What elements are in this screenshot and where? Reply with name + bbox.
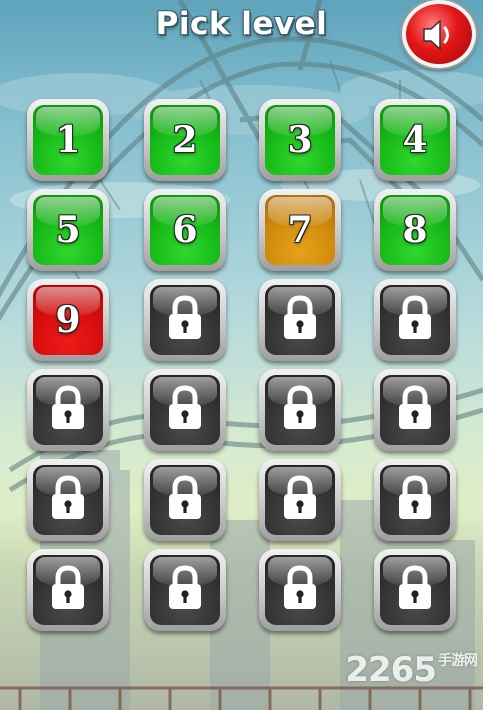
level-face: 5 [33,195,103,265]
level-number: 6 [172,209,198,251]
speaker-icon [423,19,449,51]
level-grid: 1 2 3 4 5 6 7 8 9 [0,0,483,710]
level-button-9[interactable]: 9 [27,279,109,361]
level-button-locked[interactable] [374,459,456,541]
level-button-6[interactable]: 6 [144,189,226,271]
lock-icon [166,385,204,431]
lock-icon [166,565,204,611]
level-button-locked[interactable] [144,549,226,631]
level-face: 1 [33,105,103,175]
level-number: 4 [402,119,428,161]
level-number: 9 [55,299,81,341]
level-button-locked[interactable] [259,549,341,631]
level-button-locked[interactable] [259,279,341,361]
level-face [265,285,335,355]
level-face [150,285,220,355]
watermark-number: 2265 [345,650,437,690]
level-button-locked[interactable] [374,279,456,361]
level-face [265,375,335,445]
level-button-locked[interactable] [27,549,109,631]
level-number: 1 [55,119,81,161]
lock-icon [166,295,204,341]
level-face [33,375,103,445]
level-face [33,555,103,625]
level-button-3[interactable]: 3 [259,99,341,181]
sound-toggle-button[interactable] [402,0,476,68]
lock-icon [281,295,319,341]
watermark-logo: 2265 手游网 [345,650,478,690]
level-number: 8 [402,209,428,251]
level-face: 2 [150,105,220,175]
level-button-locked[interactable] [144,279,226,361]
level-face [380,465,450,535]
lock-icon [281,385,319,431]
level-button-8[interactable]: 8 [374,189,456,271]
level-face [33,465,103,535]
level-button-5[interactable]: 5 [27,189,109,271]
level-button-locked[interactable] [259,459,341,541]
lock-icon [396,565,434,611]
level-button-locked[interactable] [27,459,109,541]
level-button-1[interactable]: 1 [27,99,109,181]
level-face: 4 [380,105,450,175]
level-button-locked[interactable] [144,369,226,451]
lock-icon [281,565,319,611]
lock-icon [396,475,434,521]
lock-icon [49,565,87,611]
level-face [265,555,335,625]
level-button-4[interactable]: 4 [374,99,456,181]
level-face [150,375,220,445]
level-button-7[interactable]: 7 [259,189,341,271]
lock-icon [396,295,434,341]
level-face [380,555,450,625]
level-button-locked[interactable] [27,369,109,451]
lock-icon [49,385,87,431]
level-face: 9 [33,285,103,355]
level-button-locked[interactable] [144,459,226,541]
lock-icon [396,385,434,431]
level-button-locked[interactable] [374,369,456,451]
level-button-locked[interactable] [259,369,341,451]
level-button-2[interactable]: 2 [144,99,226,181]
lock-icon [166,475,204,521]
level-face: 6 [150,195,220,265]
lock-icon [281,475,319,521]
level-face: 8 [380,195,450,265]
level-face [150,555,220,625]
level-face [150,465,220,535]
watermark-suffix: 手游网 [438,653,478,669]
level-number: 2 [172,119,198,161]
level-button-locked[interactable] [374,549,456,631]
level-number: 7 [287,209,313,251]
level-number: 5 [55,209,81,251]
level-number: 3 [287,119,313,161]
level-face [265,465,335,535]
level-face [380,285,450,355]
level-face [380,375,450,445]
level-face: 7 [265,195,335,265]
level-face: 3 [265,105,335,175]
lock-icon [49,475,87,521]
